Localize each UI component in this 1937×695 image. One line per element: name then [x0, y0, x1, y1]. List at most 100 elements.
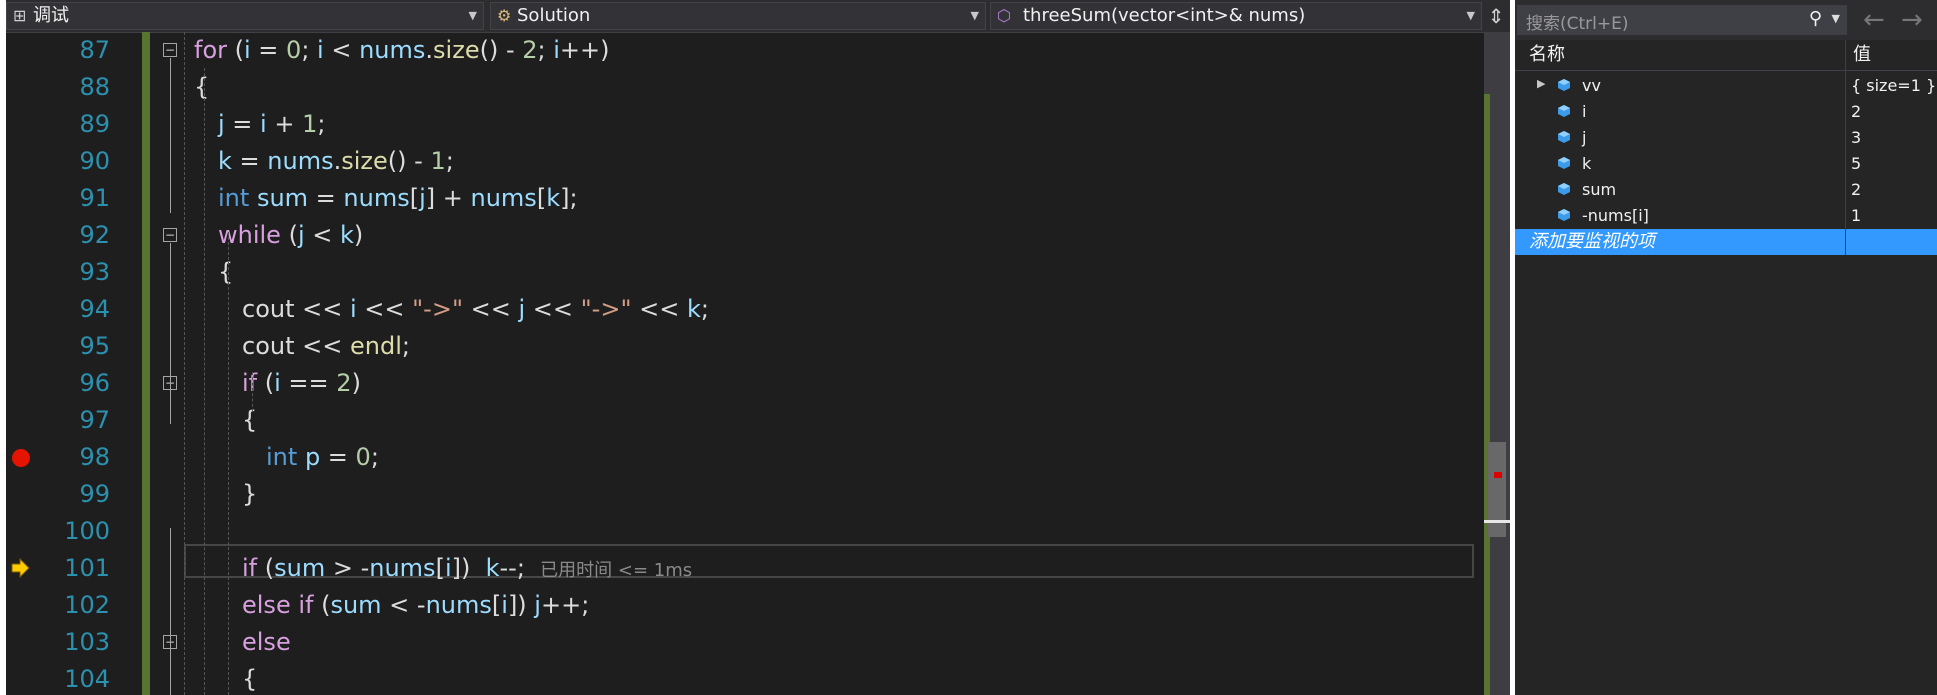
- project-icon: ⊞: [13, 6, 27, 25]
- variable-icon: [1558, 105, 1570, 117]
- watch-name: sum: [1582, 180, 1617, 199]
- line-number: 88: [79, 73, 110, 101]
- watch-row[interactable]: j3: [1515, 125, 1937, 151]
- watch-row[interactable]: sum 2: [1515, 177, 1937, 203]
- line-number: 94: [79, 295, 110, 323]
- code-line[interactable]: 88 {: [6, 69, 1476, 106]
- code-area[interactable]: 87 for (i = 0; i < nums.size() - 2; i++) −…: [6, 32, 1510, 695]
- scope-label: 调试: [33, 5, 69, 26]
- indent-guide: [184, 32, 185, 695]
- code-text[interactable]: int p = 0;: [266, 439, 379, 476]
- watch-name: -nums[i]: [1582, 206, 1649, 225]
- code-text[interactable]: {: [242, 402, 257, 439]
- chevron-down-icon[interactable]: ▼: [1832, 12, 1840, 25]
- watch-row[interactable]: k5: [1515, 151, 1937, 177]
- watch-value[interactable]: { size=1 }: [1851, 73, 1936, 99]
- code-line[interactable]: 96 if (i == 2) −: [6, 365, 1476, 402]
- column-divider[interactable]: [1845, 40, 1846, 255]
- code-line[interactable]: 101 if (sum > -nums[i]) k--; 已用时间 <= 1ms: [6, 550, 1476, 587]
- code-text[interactable]: int sum = nums[j] + nums[k];: [218, 180, 578, 217]
- variable-icon: [1558, 79, 1570, 91]
- code-text[interactable]: j = i + 1;: [218, 106, 325, 143]
- line-number: 92: [79, 221, 110, 249]
- watch-name: k: [1582, 154, 1592, 173]
- watch-toolbar: 搜索(Ctrl+E) ⚲ ▼ ← →: [1515, 0, 1937, 40]
- watch-row[interactable]: i2: [1515, 99, 1937, 125]
- class-dropdown[interactable]: ⚙ Solution ▼: [490, 2, 986, 30]
- instruction-pointer-icon: [11, 558, 30, 578]
- back-arrow-icon[interactable]: ←: [1863, 5, 1885, 35]
- code-line[interactable]: 93 {: [6, 254, 1476, 291]
- code-text[interactable]: k = nums.size() - 1;: [218, 143, 454, 180]
- line-number: 90: [79, 147, 110, 175]
- column-header-value[interactable]: 值: [1853, 40, 1871, 70]
- split-window-icon[interactable]: ⇕: [1484, 2, 1508, 30]
- line-number: 95: [79, 332, 110, 360]
- code-line[interactable]: 104 {: [6, 661, 1476, 695]
- watch-row[interactable]: -nums[i] 1: [1515, 203, 1937, 229]
- code-line[interactable]: 100: [6, 513, 1476, 550]
- code-text[interactable]: if (sum > -nums[i]) k--; 已用时间 <= 1ms: [242, 550, 692, 589]
- expand-arrow-icon[interactable]: ▶: [1537, 77, 1545, 90]
- code-text[interactable]: else: [242, 624, 291, 661]
- vertical-scrollbar[interactable]: [1484, 32, 1510, 695]
- code-line[interactable]: 89 j = i + 1;: [6, 106, 1476, 143]
- code-line[interactable]: 95 cout << endl;: [6, 328, 1476, 365]
- code-text[interactable]: while (j < k): [218, 217, 363, 254]
- watch-row[interactable]: ▶ vv { size=1 }: [1515, 73, 1937, 99]
- fold-guide: [170, 363, 171, 424]
- add-watch-item[interactable]: 添加要监视的项: [1515, 229, 1937, 255]
- chevron-down-icon: ▼: [970, 9, 979, 22]
- add-watch-label: 添加要监视的项: [1529, 231, 1655, 252]
- code-line[interactable]: 103 else −: [6, 624, 1476, 661]
- code-line[interactable]: 91 int sum = nums[j] + nums[k];: [6, 180, 1476, 217]
- code-line[interactable]: 98 int p = 0;: [6, 439, 1476, 476]
- scope-dropdown[interactable]: ⊞ 调试 ▼: [6, 2, 484, 30]
- watch-value[interactable]: 2: [1851, 99, 1861, 125]
- code-line[interactable]: 87 for (i = 0; i < nums.size() - 2; i++) −: [6, 32, 1476, 69]
- code-line[interactable]: 99}: [6, 476, 1476, 513]
- collapse-toggle[interactable]: −: [163, 43, 177, 57]
- variable-icon: [1558, 157, 1570, 169]
- line-number: 98: [79, 443, 110, 471]
- code-line[interactable]: 94 cout << i << "->" << j << "->" << k;: [6, 291, 1476, 328]
- code-text[interactable]: {: [242, 661, 257, 695]
- breakpoint-icon[interactable]: [12, 449, 30, 467]
- code-line[interactable]: 102 else if (sum < -nums[i]) j++;: [6, 587, 1476, 624]
- watch-value[interactable]: 2: [1851, 177, 1861, 203]
- code-line[interactable]: 90 k = nums.size() - 1;: [6, 143, 1476, 180]
- line-number: 93: [79, 258, 110, 286]
- code-text[interactable]: for (i = 0; i < nums.size() - 2; i++): [194, 32, 610, 69]
- scrollbar-change-marker: [1484, 94, 1490, 695]
- forward-arrow-icon[interactable]: →: [1901, 5, 1923, 35]
- code-text[interactable]: cout << i << "->" << j << "->" << k;: [242, 291, 709, 328]
- code-editor[interactable]: ⊞ 调试 ▼ ⚙ Solution ▼ ⬡ threeSum(vector<in…: [6, 0, 1510, 695]
- code-text[interactable]: else if (sum < -nums[i]) j++;: [242, 587, 589, 624]
- code-line[interactable]: 92 while (j < k) −: [6, 217, 1476, 254]
- watch-value[interactable]: 3: [1851, 125, 1861, 151]
- line-number: 89: [79, 110, 110, 138]
- code-text[interactable]: }: [242, 476, 257, 513]
- indent-guide: [252, 372, 253, 412]
- code-text[interactable]: {: [218, 254, 233, 291]
- scrollbar-caret-marker: [1484, 520, 1510, 523]
- code-text[interactable]: cout << endl;: [242, 328, 410, 365]
- variable-icon: [1558, 209, 1570, 221]
- watch-value[interactable]: 1: [1851, 203, 1861, 229]
- member-dropdown[interactable]: ⬡ threeSum(vector<int>& nums) ▼: [990, 2, 1482, 30]
- code-text[interactable]: {: [194, 69, 209, 106]
- indent-guide: [228, 232, 229, 695]
- code-line[interactable]: 97 {: [6, 402, 1476, 439]
- watch-name: j: [1582, 128, 1587, 147]
- watch-value[interactable]: 5: [1851, 151, 1861, 177]
- change-tracking-bar: [142, 32, 150, 695]
- column-header-name[interactable]: 名称: [1529, 40, 1565, 70]
- fold-guide: [170, 528, 171, 695]
- search-icon[interactable]: ⚲: [1809, 8, 1822, 29]
- line-number: 96: [79, 369, 110, 397]
- fold-guide: [170, 58, 171, 213]
- collapse-toggle[interactable]: −: [163, 228, 177, 242]
- line-number: 104: [64, 665, 110, 693]
- search-input[interactable]: 搜索(Ctrl+E) ⚲ ▼: [1517, 5, 1847, 35]
- code-text[interactable]: if (i == 2): [242, 365, 361, 402]
